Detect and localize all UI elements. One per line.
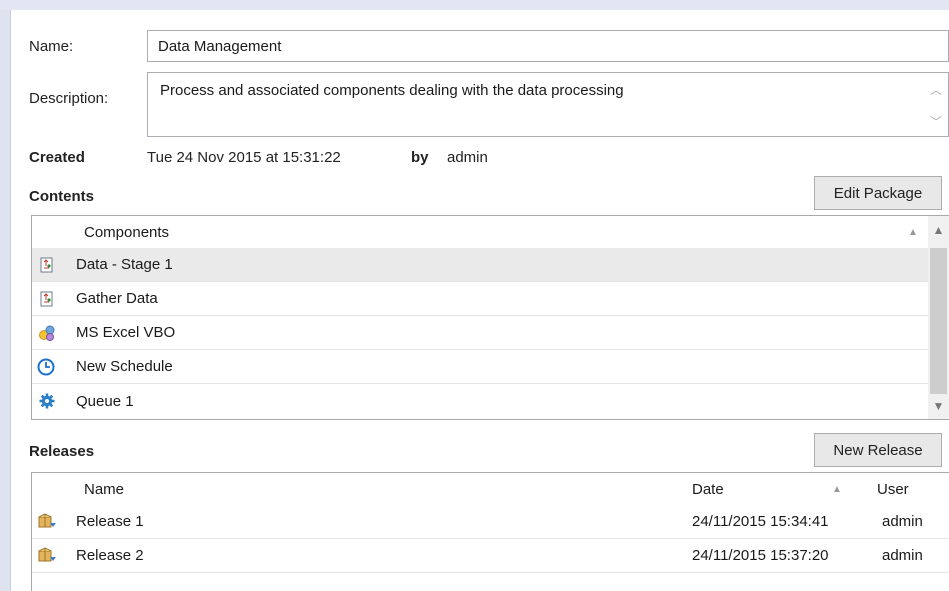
- scrollbar-thumb[interactable]: [930, 248, 947, 394]
- description-field[interactable]: Process and associated components dealin…: [147, 72, 949, 137]
- release-date: 24/11/2015 15:37:20: [692, 547, 829, 564]
- business-object-icon: [38, 324, 56, 342]
- list-item-label: Data - Stage 1: [76, 256, 173, 273]
- components-column-header[interactable]: Components: [84, 216, 169, 248]
- user-column-header[interactable]: User: [877, 473, 909, 505]
- name-field[interactable]: Data Management: [147, 30, 949, 62]
- process-icon: [39, 257, 55, 273]
- package-details-panel: Name: Data Management Description: Proce…: [10, 10, 949, 591]
- list-item-label: Gather Data: [76, 290, 158, 307]
- window-top-strip: [0, 0, 949, 10]
- release-user: admin: [882, 547, 923, 564]
- name-column-header[interactable]: Name: [84, 473, 124, 505]
- by-label: by: [411, 149, 429, 166]
- list-item-label: MS Excel VBO: [76, 324, 176, 341]
- scroll-up-icon[interactable]: ▲: [928, 220, 949, 240]
- release-date: 24/11/2015 15:34:41: [692, 513, 829, 530]
- table-row[interactable]: Release 1 24/11/2015 15:34:41 admin: [32, 505, 949, 539]
- description-text: Process and associated components dealin…: [160, 82, 624, 99]
- list-item-label: New Schedule: [76, 358, 173, 375]
- clock-icon: [37, 358, 55, 376]
- created-by-value: admin: [447, 149, 488, 166]
- package-icon: [37, 513, 57, 531]
- edit-package-button[interactable]: Edit Package: [814, 176, 942, 210]
- release-name: Release 1: [76, 513, 144, 530]
- components-header[interactable]: Components ▲: [32, 216, 929, 248]
- gear-icon: [38, 392, 56, 410]
- scroll-down-icon[interactable]: ▼: [928, 396, 949, 416]
- name-label: Name:: [29, 38, 74, 55]
- releases-grid: Name Date ▲ User Release 1 24/11/2015 15…: [31, 472, 949, 591]
- created-value: Tue 24 Nov 2015 at 15:31:22: [147, 149, 341, 166]
- list-item[interactable]: Queue 1: [32, 384, 929, 418]
- list-item[interactable]: MS Excel VBO: [32, 316, 929, 350]
- date-column-header[interactable]: Date: [692, 473, 724, 505]
- scroll-up-icon[interactable]: ︿: [930, 81, 942, 98]
- new-release-button[interactable]: New Release: [814, 433, 942, 467]
- description-label: Description:: [29, 90, 109, 107]
- release-name: Release 2: [76, 547, 144, 564]
- components-grid: Components ▲ Data - Stage 1 Gather Data …: [31, 215, 949, 420]
- package-icon: [37, 547, 57, 565]
- scroll-down-icon[interactable]: ﹀: [930, 113, 942, 130]
- components-scrollbar[interactable]: ▲ ▼: [928, 216, 949, 419]
- contents-title: Contents: [29, 188, 94, 205]
- list-item[interactable]: Data - Stage 1: [32, 248, 929, 282]
- releases-title: Releases: [29, 443, 95, 460]
- releases-header: Name Date ▲ User: [32, 473, 949, 505]
- list-item[interactable]: New Schedule: [32, 350, 929, 384]
- table-row[interactable]: Release 2 24/11/2015 15:37:20 admin: [32, 539, 949, 573]
- release-user: admin: [882, 513, 923, 530]
- sort-up-icon: ▲: [832, 483, 842, 495]
- sort-up-icon: ▲: [908, 226, 918, 238]
- list-item[interactable]: Gather Data: [32, 282, 929, 316]
- list-item-label: Queue 1: [76, 392, 134, 410]
- process-icon: [39, 291, 55, 307]
- created-label: Created: [29, 149, 85, 166]
